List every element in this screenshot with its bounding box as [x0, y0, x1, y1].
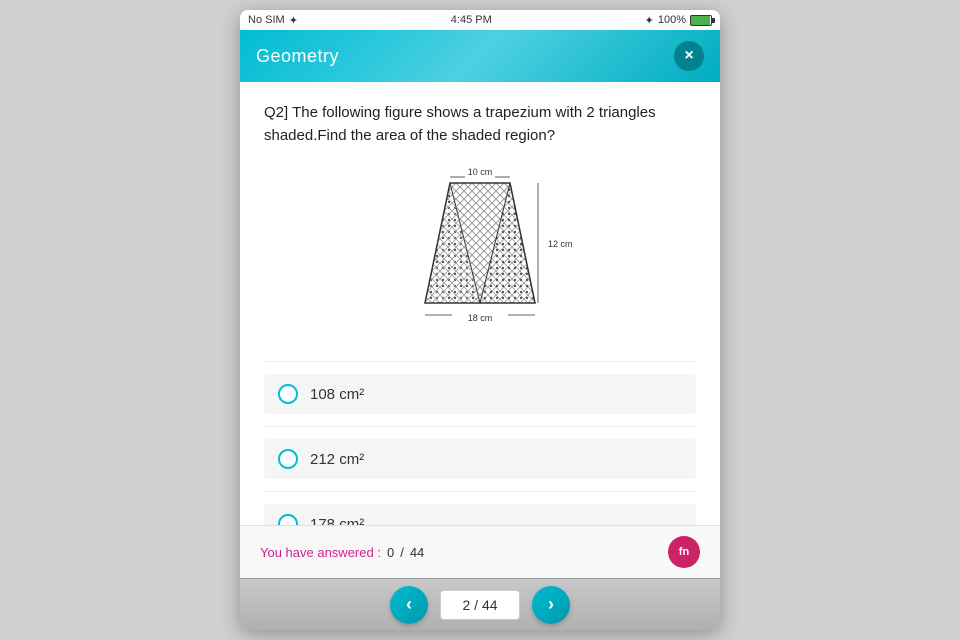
svg-text:12 cm: 12 cm — [548, 239, 573, 249]
bluetooth-icon: ✦ — [645, 14, 654, 27]
option-3-label: 178 cm² — [310, 516, 364, 526]
option-1-label: 108 cm² — [310, 386, 364, 403]
answered-total: 44 — [410, 545, 424, 560]
battery-icon — [690, 15, 712, 26]
content-area: Q2] The following figure shows a trapezi… — [240, 82, 720, 525]
status-bar: No SIM ✦ 4:45 PM ✦ 100% — [240, 10, 720, 30]
time-label: 4:45 PM — [451, 14, 492, 26]
answered-label: You have answered : — [260, 545, 381, 560]
figure-container: 10 cm — [264, 163, 696, 333]
device-frame: No SIM ✦ 4:45 PM ✦ 100% Geometry × Q2] T… — [240, 10, 720, 630]
question-body: The following figure shows a trapezium w… — [264, 104, 656, 144]
carrier-label: No SIM — [248, 14, 285, 26]
next-button[interactable]: › — [532, 586, 570, 624]
options-list: 108 cm² 212 cm² 178 cm² — [264, 357, 696, 525]
trapezium-figure: 10 cm — [380, 163, 580, 333]
total-pages: 44 — [482, 597, 498, 613]
option-2-radio[interactable] — [278, 449, 298, 469]
option-3[interactable]: 178 cm² — [264, 504, 696, 525]
bottom-status-bar: You have answered : 0 / 44 fn — [240, 525, 720, 578]
question-number: Q2] — [264, 104, 288, 121]
option-3-radio[interactable] — [278, 514, 298, 525]
svg-text:18 cm: 18 cm — [468, 313, 493, 323]
page-indicator: 2 / 44 — [440, 590, 520, 620]
current-page: 2 — [462, 597, 470, 613]
question-text: Q2] The following figure shows a trapezi… — [264, 102, 696, 147]
option-2-label: 212 cm² — [310, 451, 364, 468]
answered-separator: / — [400, 545, 404, 560]
status-left: No SIM ✦ — [248, 14, 298, 27]
option-1[interactable]: 108 cm² — [264, 374, 696, 414]
answered-current: 0 — [387, 545, 394, 560]
option-1-radio[interactable] — [278, 384, 298, 404]
page-separator: / — [474, 597, 482, 613]
header-title: Geometry — [256, 46, 339, 67]
svg-text:10 cm: 10 cm — [468, 167, 493, 177]
wifi-icon: ✦ — [289, 14, 298, 27]
prev-button[interactable]: ‹ — [390, 586, 428, 624]
navigation-bar: ‹ 2 / 44 › — [240, 578, 720, 630]
close-button[interactable]: × — [674, 41, 704, 71]
app-header: Geometry × — [240, 30, 720, 82]
battery-label: 100% — [658, 14, 686, 26]
logo-badge: fn — [668, 536, 700, 568]
option-2[interactable]: 212 cm² — [264, 439, 696, 479]
status-right: ✦ 100% — [645, 14, 712, 27]
